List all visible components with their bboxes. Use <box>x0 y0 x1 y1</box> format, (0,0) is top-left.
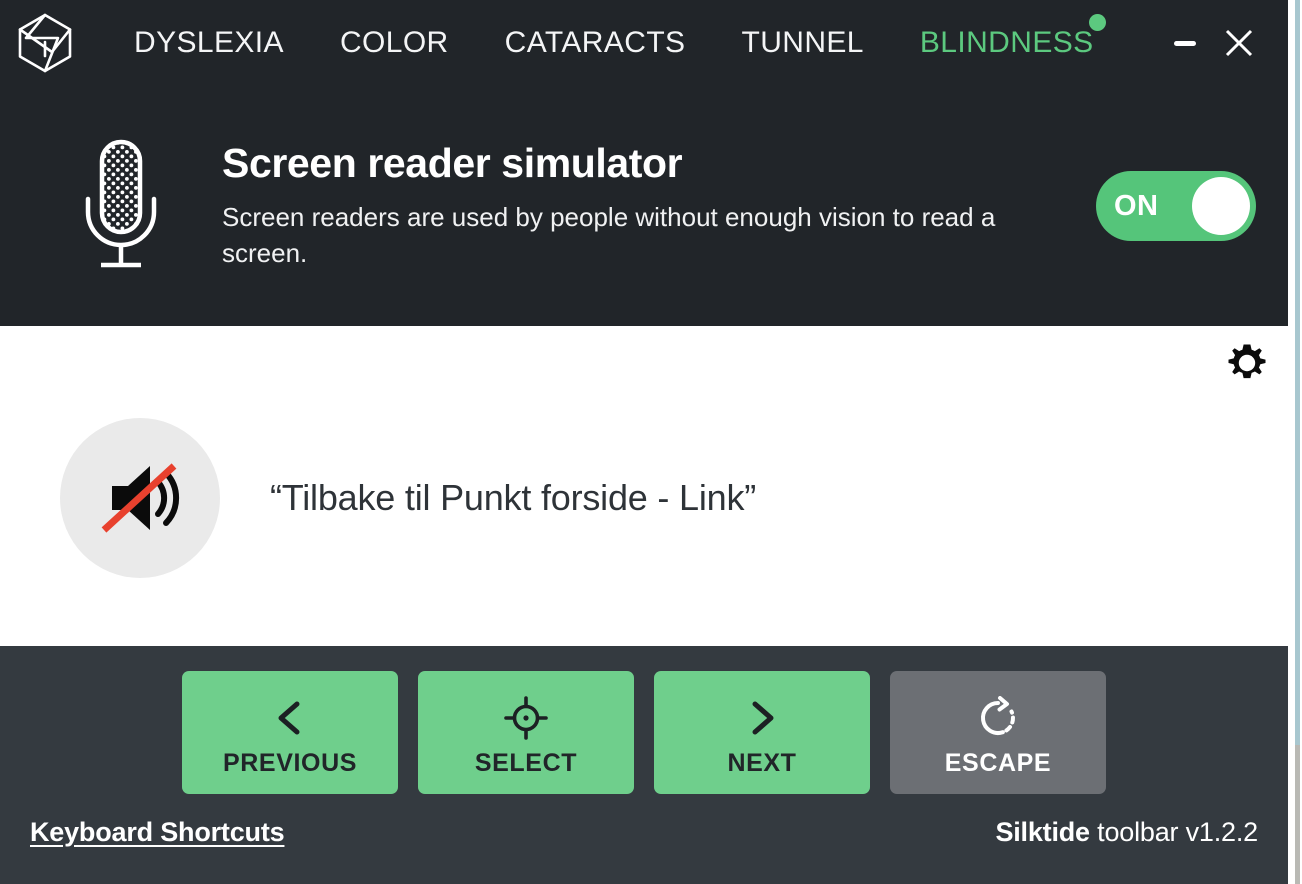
settings-row <box>0 326 1288 400</box>
window-controls <box>1158 16 1288 70</box>
simulator-text-block: Screen reader simulator Screen readers a… <box>176 140 1096 272</box>
silktide-toolbar-window: DYSLEXIA COLOR CATARACTS TUNNEL BLINDNES… <box>0 0 1302 884</box>
close-button[interactable] <box>1212 16 1266 70</box>
close-icon <box>1225 29 1253 57</box>
chevron-right-icon <box>739 693 785 743</box>
screen-reader-output-panel: “Tilbake til Punkt forside - Link” <box>0 326 1288 646</box>
previous-button-label: PREVIOUS <box>223 749 357 777</box>
simulator-description: Screen readers are used by people withou… <box>222 202 996 268</box>
crosshair-icon <box>504 693 548 743</box>
tab-tunnel[interactable]: TUNNEL <box>713 0 891 86</box>
previous-button[interactable]: PREVIOUS <box>182 671 398 794</box>
speaker-muted-icon <box>101 463 180 533</box>
screen-reader-announcement: “Tilbake til Punkt forside - Link” <box>270 477 757 518</box>
page-scrollbar-thumb-lower[interactable] <box>1295 745 1300 884</box>
toolbar-footer: Keyboard Shortcuts Silktide toolbar v1.2… <box>0 794 1288 884</box>
rotate-escape-icon <box>976 693 1020 743</box>
announcement-row: “Tilbake til Punkt forside - Link” <box>0 400 1288 646</box>
tab-cataracts[interactable]: CATARACTS <box>477 0 714 86</box>
toolbar-navbar: DYSLEXIA COLOR CATARACTS TUNNEL BLINDNES… <box>0 0 1288 86</box>
silktide-logo-icon[interactable] <box>14 12 76 74</box>
tab-dyslexia[interactable]: DYSLEXIA <box>106 0 312 86</box>
brand-version: Silktide toolbar v1.2.2 <box>995 817 1258 848</box>
select-button[interactable]: SELECT <box>418 671 634 794</box>
simulator-header: Screen reader simulator Screen readers a… <box>0 86 1288 326</box>
tab-tunnel-label: TUNNEL <box>741 26 864 59</box>
tab-color-label: COLOR <box>339 26 449 59</box>
mute-status-badge <box>60 418 220 578</box>
next-button-label: NEXT <box>727 749 797 777</box>
minimize-button[interactable] <box>1158 16 1212 70</box>
tab-color[interactable]: COLOR <box>312 0 477 86</box>
brand-version-text: toolbar v1.2.2 <box>1089 816 1258 847</box>
minimize-icon <box>1174 41 1196 46</box>
escape-button-label: ESCAPE <box>944 749 1052 777</box>
tab-dyslexia-label: DYSLEXIA <box>134 26 284 59</box>
escape-button[interactable]: ESCAPE <box>890 671 1106 794</box>
page-title: Screen reader simulator <box>222 140 683 187</box>
tab-blindness[interactable]: BLINDNESS <box>892 0 1122 86</box>
select-button-label: SELECT <box>474 749 578 777</box>
toggle-knob <box>1192 177 1250 235</box>
controls-bar: PREVIOUS SELECT NEXT ESCAPE Keyboard Sho… <box>0 646 1288 884</box>
microphone-icon <box>66 136 176 276</box>
simulator-tabs: DYSLEXIA COLOR CATARACTS TUNNEL BLINDNES… <box>106 0 1158 86</box>
next-button[interactable]: NEXT <box>654 671 870 794</box>
settings-button[interactable] <box>1224 340 1270 386</box>
page-scrollbar-thumb[interactable] <box>1295 0 1300 745</box>
chevron-left-icon <box>267 693 313 743</box>
tab-cataracts-label: CATARACTS <box>504 26 686 59</box>
gear-icon <box>1228 344 1266 379</box>
simulator-toggle-label: ON <box>1114 189 1159 222</box>
tab-blindness-label: BLINDNESS <box>919 26 1094 59</box>
simulator-toggle[interactable]: ON <box>1096 171 1256 241</box>
keyboard-shortcuts-link[interactable]: Keyboard Shortcuts <box>30 817 285 848</box>
control-buttons: PREVIOUS SELECT NEXT ESCAPE <box>0 646 1288 794</box>
active-indicator-dot-icon <box>1088 14 1106 31</box>
brand-name: Silktide <box>995 816 1090 847</box>
